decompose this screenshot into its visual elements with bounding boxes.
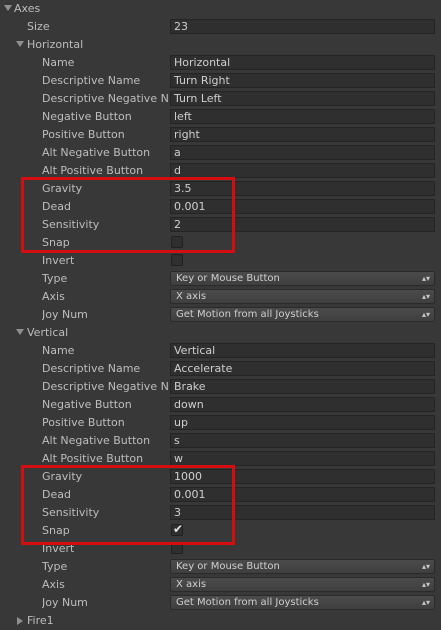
joy-num-dropdown[interactable]: Get Motion from all Joysticks ▴▾: [170, 595, 435, 610]
descriptive-name-label: Descriptive Name: [42, 362, 141, 375]
axis-label: Axis: [42, 290, 65, 303]
alt-positive-button-label: Alt Positive Button: [42, 452, 144, 465]
type-label: Type: [42, 272, 68, 285]
axes-size-row: Size 23: [0, 18, 441, 36]
horizontal-desc-neg-row: Descriptive Negative N Turn Left: [0, 90, 441, 108]
vertical-name-row: Name Vertical: [0, 342, 441, 360]
negative-button-field[interactable]: down: [170, 397, 435, 412]
vertical-foldout[interactable]: Vertical: [0, 324, 441, 342]
dropdown-arrows-icon: ▴▾: [421, 598, 430, 607]
descriptive-name-label: Descriptive Name: [42, 74, 141, 87]
size-label: Size: [27, 20, 50, 33]
alt-positive-button-field[interactable]: d: [170, 163, 435, 178]
alt-negative-button-label: Alt Negative Button: [42, 146, 151, 159]
dropdown-arrows-icon: ▴▾: [421, 274, 430, 283]
positive-button-label: Positive Button: [42, 128, 125, 141]
joy-num-dropdown-value: Get Motion from all Joysticks: [176, 309, 319, 320]
negative-button-label: Negative Button: [42, 110, 132, 123]
chevron-down-icon[interactable]: [4, 5, 12, 11]
dropdown-arrows-icon: ▴▾: [421, 562, 430, 571]
invert-checkbox[interactable]: ✔: [171, 254, 183, 266]
axes-label: Axes: [14, 2, 41, 15]
horizontal-desc-row: Descriptive Name Turn Right: [0, 72, 441, 90]
name-field[interactable]: Horizontal: [170, 55, 435, 70]
horizontal-axis-row: Axis X axis ▴▾: [0, 288, 441, 306]
vertical-desc-neg-row: Descriptive Negative N Brake: [0, 378, 441, 396]
horizontal-neg-btn-row: Negative Button left: [0, 108, 441, 126]
joy-num-dropdown[interactable]: Get Motion from all Joysticks ▴▾: [170, 307, 435, 322]
name-label: Name: [42, 344, 75, 357]
alt-negative-button-field[interactable]: a: [170, 145, 435, 160]
horizontal-joy-row: Joy Num Get Motion from all Joysticks ▴▾: [0, 306, 441, 324]
axis-dropdown-value: X axis: [176, 291, 207, 302]
dropdown-arrows-icon: ▴▾: [421, 292, 430, 301]
joy-num-dropdown-value: Get Motion from all Joysticks: [176, 597, 319, 608]
axis-dropdown[interactable]: X axis ▴▾: [170, 577, 435, 592]
descriptive-negative-name-label: Descriptive Negative N: [42, 380, 169, 393]
vertical-joy-row: Joy Num Get Motion from all Joysticks ▴▾: [0, 594, 441, 612]
type-label: Type: [42, 560, 68, 573]
chevron-down-icon[interactable]: [16, 329, 24, 335]
horizontal-label: Horizontal: [27, 38, 84, 51]
alt-positive-button-label: Alt Positive Button: [42, 164, 144, 177]
fire1-label: Fire1: [27, 614, 54, 627]
type-dropdown-value: Key or Mouse Button: [176, 561, 280, 572]
negative-button-label: Negative Button: [42, 398, 132, 411]
size-field[interactable]: 23: [170, 19, 435, 34]
highlight-box-horizontal: [21, 177, 235, 253]
invert-label: Invert: [42, 254, 75, 267]
axis-dropdown[interactable]: X axis ▴▾: [170, 289, 435, 304]
vertical-pos-btn-row: Positive Button up: [0, 414, 441, 432]
chevron-right-icon[interactable]: [17, 617, 23, 625]
vertical-alt-neg-row: Alt Negative Button s: [0, 432, 441, 450]
type-dropdown[interactable]: Key or Mouse Button ▴▾: [170, 559, 435, 574]
vertical-type-row: Type Key or Mouse Button ▴▾: [0, 558, 441, 576]
descriptive-name-field[interactable]: Accelerate: [170, 361, 435, 376]
axis-label: Axis: [42, 578, 65, 591]
name-label: Name: [42, 56, 75, 69]
axis-dropdown-value: X axis: [176, 579, 207, 590]
horizontal-type-row: Type Key or Mouse Button ▴▾: [0, 270, 441, 288]
vertical-desc-row: Descriptive Name Accelerate: [0, 360, 441, 378]
fire1-foldout[interactable]: Fire1: [0, 612, 441, 630]
highlight-box-vertical: [21, 465, 235, 545]
dropdown-arrows-icon: ▴▾: [421, 580, 430, 589]
positive-button-label: Positive Button: [42, 416, 125, 429]
dropdown-arrows-icon: ▴▾: [421, 310, 430, 319]
descriptive-negative-name-label: Descriptive Negative N: [42, 92, 169, 105]
alt-negative-button-field[interactable]: s: [170, 433, 435, 448]
horizontal-pos-btn-row: Positive Button right: [0, 126, 441, 144]
positive-button-field[interactable]: right: [170, 127, 435, 142]
alt-negative-button-label: Alt Negative Button: [42, 434, 151, 447]
vertical-label: Vertical: [27, 326, 69, 339]
vertical-axis-row: Axis X axis ▴▾: [0, 576, 441, 594]
descriptive-name-field[interactable]: Turn Right: [170, 73, 435, 88]
descriptive-negative-name-field[interactable]: Brake: [170, 379, 435, 394]
joy-num-label: Joy Num: [42, 596, 88, 609]
horizontal-invert-row: Invert ✔: [0, 252, 441, 270]
negative-button-field[interactable]: left: [170, 109, 435, 124]
descriptive-negative-name-field[interactable]: Turn Left: [170, 91, 435, 106]
horizontal-name-row: Name Horizontal: [0, 54, 441, 72]
vertical-neg-btn-row: Negative Button down: [0, 396, 441, 414]
positive-button-field[interactable]: up: [170, 415, 435, 430]
type-dropdown-value: Key or Mouse Button: [176, 273, 280, 284]
axes-foldout[interactable]: Axes: [0, 0, 441, 18]
horizontal-alt-neg-row: Alt Negative Button a: [0, 144, 441, 162]
name-field[interactable]: Vertical: [170, 343, 435, 358]
joy-num-label: Joy Num: [42, 308, 88, 321]
alt-positive-button-field[interactable]: w: [170, 451, 435, 466]
chevron-down-icon[interactable]: [16, 41, 24, 47]
input-manager-inspector: Axes Size 23 Horizontal Name Horizontal …: [0, 0, 441, 627]
type-dropdown[interactable]: Key or Mouse Button ▴▾: [170, 271, 435, 286]
horizontal-foldout[interactable]: Horizontal: [0, 36, 441, 54]
